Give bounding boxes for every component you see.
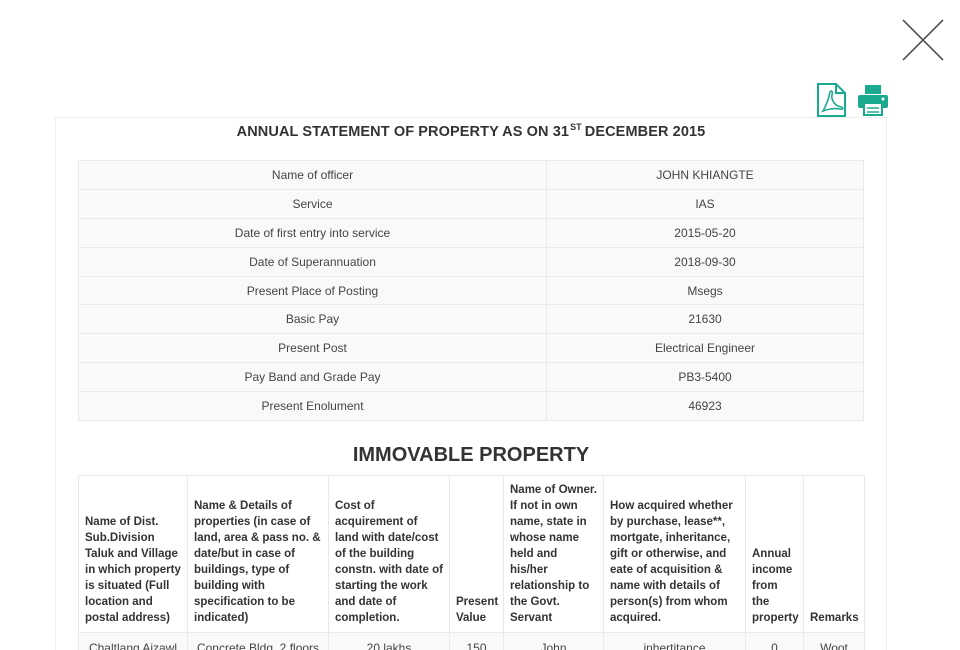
officer-detail-row: Name of officer JOHN KHIANGTE	[78, 160, 864, 190]
officer-detail-row: Date of Superannuation 2018-09-30	[78, 246, 864, 277]
detail-value: 46923	[546, 391, 864, 422]
printer-icon	[858, 85, 888, 116]
detail-label: Pay Band and Grade Pay	[78, 362, 547, 393]
column-header: Cost of acquirement of land with date/co…	[328, 475, 450, 633]
detail-label: Present Place of Posting	[78, 275, 547, 306]
property-cell: John lalthlengliana	[503, 632, 604, 650]
title-prefix: ANNUAL STATEMENT OF PROPERTY AS ON 31	[236, 124, 570, 140]
column-header: How acquired whether by purchase, lease*…	[603, 475, 746, 633]
officer-detail-row: Present Place of Posting Msegs	[78, 275, 864, 306]
property-row: Chaltlang Aizawl 796001Concrete Bldg. 2 …	[78, 632, 865, 650]
property-cell: 150 Lakhs	[449, 632, 504, 650]
officer-detail-row: Present Post Electrical Engineer	[78, 333, 864, 364]
close-icon	[902, 19, 944, 61]
column-header: Remarks	[803, 475, 865, 633]
property-cell: 0	[745, 632, 804, 650]
column-header: Present Value	[449, 475, 504, 633]
detail-label: Service	[78, 188, 547, 219]
property-cell: Chaltlang Aizawl 796001	[78, 632, 188, 650]
pdf-download-button[interactable]	[814, 82, 848, 118]
close-button[interactable]	[900, 17, 946, 63]
property-cell: Woot woot	[803, 632, 865, 650]
statement-title: ANNUAL STATEMENT OF PROPERTY AS ON 31ST D…	[56, 122, 886, 140]
column-header: Name of Owner. If not in own name, state…	[503, 475, 604, 633]
title-superscript: ST	[570, 122, 582, 132]
detail-label: Basic Pay	[78, 304, 547, 335]
statement-card: ANNUAL STATEMENT OF PROPERTY AS ON 31ST D…	[55, 117, 887, 650]
detail-label: Name of officer	[78, 160, 547, 190]
detail-value: 2018-09-30	[546, 246, 864, 277]
detail-value: PB3-5400	[546, 362, 864, 393]
column-header: Name & Details of properties (in case of…	[187, 475, 329, 633]
detail-value: Electrical Engineer	[546, 333, 864, 364]
print-button[interactable]	[856, 82, 890, 118]
detail-value: 2015-05-20	[546, 217, 864, 248]
property-cell: inhertitance	[603, 632, 746, 650]
detail-value: 21630	[546, 304, 864, 335]
toolbar	[814, 82, 890, 118]
title-suffix: DECEMBER 2015	[584, 124, 706, 140]
detail-value: Msegs	[546, 275, 864, 306]
detail-value: JOHN KHIANGTE	[546, 160, 864, 190]
property-cell: 20 lakhs	[328, 632, 450, 650]
officer-details-table: Name of officer JOHN KHIANGTE Service IAS Da…	[78, 160, 864, 422]
immovable-property-table: Name of Dist. Sub.Division Taluk and Vil…	[78, 475, 865, 650]
column-header: Name of Dist. Sub.Division Taluk and Vil…	[78, 475, 188, 633]
property-cell: Concrete Bldg. 2 floors	[187, 632, 329, 650]
officer-detail-row: Basic Pay 21630	[78, 304, 864, 335]
detail-label: Date of first entry into service	[78, 217, 547, 248]
column-header: Annual income from the property	[745, 475, 804, 633]
immovable-property-title: IMMOVABLE PROPERTY	[352, 444, 590, 466]
officer-detail-row: Pay Band and Grade Pay PB3-5400	[78, 362, 864, 393]
officer-detail-row: Service IAS	[78, 188, 864, 219]
pdf-icon	[817, 83, 846, 117]
detail-label: Date of Superannuation	[78, 246, 547, 277]
detail-label: Present Enolument	[78, 391, 547, 422]
detail-value: IAS	[546, 188, 864, 219]
officer-detail-row: Present Enolument 46923	[78, 391, 864, 422]
detail-label: Present Post	[78, 333, 547, 364]
officer-detail-row: Date of first entry into service 2015-05-…	[78, 217, 864, 248]
